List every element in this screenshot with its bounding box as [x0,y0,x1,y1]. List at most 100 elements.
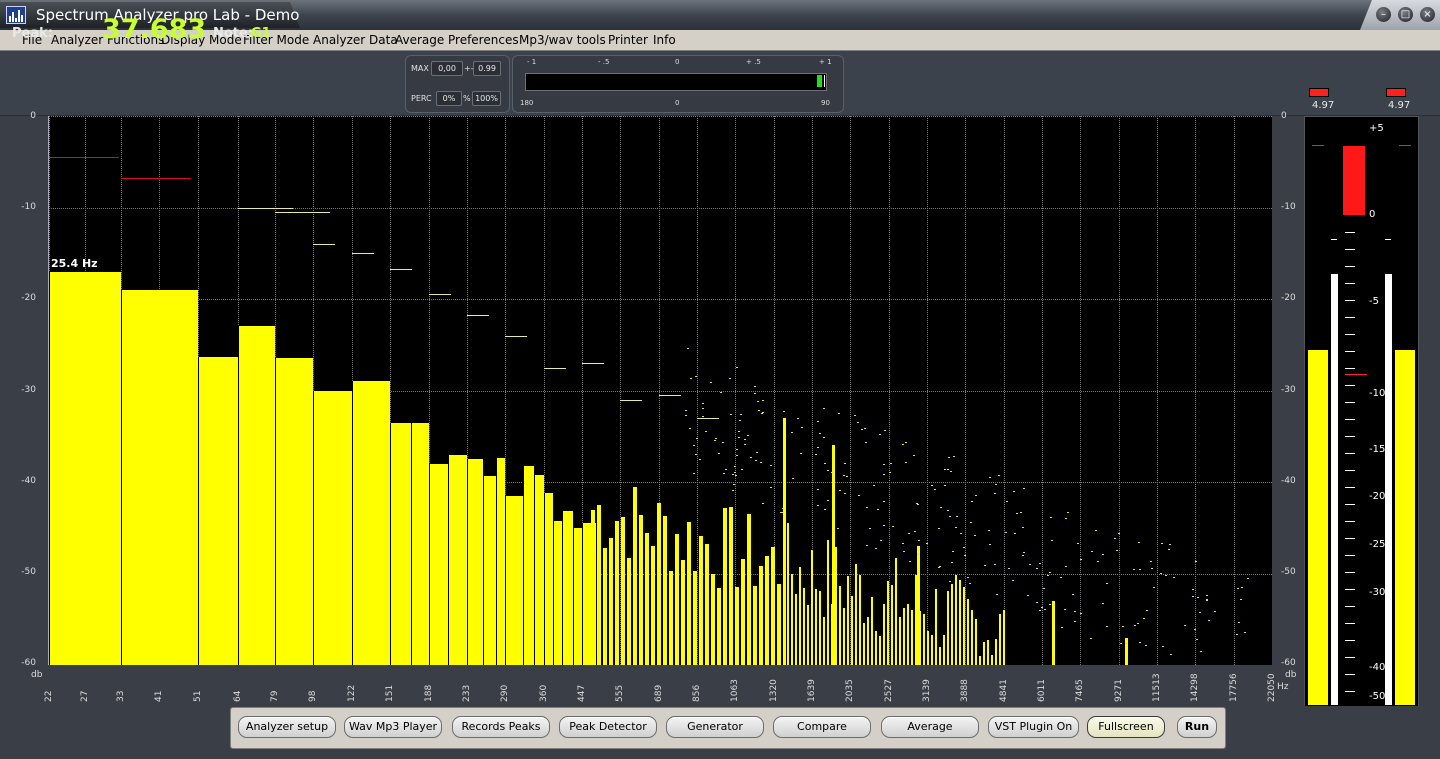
peak-hold-dot [1162,646,1165,648]
spectrum-bar [898,616,901,665]
peak-hold-dot [1139,642,1142,644]
peak-hold-dot [1019,511,1022,513]
spectrum-plot[interactable] [49,116,1272,665]
peak-hold-dot [1241,587,1244,589]
peak-hold-dot [916,554,919,556]
peak-hold-dot [749,457,752,459]
spectrum-bar [826,540,829,665]
peak-hold-dot [1106,625,1109,627]
peak-hold-dot [1105,583,1108,585]
peak-hold-dot [888,472,891,474]
spectrum-bar [902,607,905,665]
fullscreen-button[interactable]: Fullscreen [1087,716,1165,738]
vu-scale-dash [1345,266,1355,267]
records-peaks-button[interactable]: Records Peaks [452,716,550,738]
spectrum-bar [770,546,775,665]
spectrum-bar [874,631,877,665]
vst-plugin-button[interactable]: VST Plugin On [988,716,1079,738]
compare-button[interactable]: Compare [773,716,871,738]
menu-average[interactable]: Average [395,33,444,47]
peak-hold-dot [947,469,950,471]
max-tolerance-input[interactable]: 0.99 [473,61,501,76]
perc-max-input[interactable]: 100% [472,91,501,106]
spectrum-bar [638,514,643,665]
level-tick: - 1 [527,58,537,66]
vu-scale-dash [1345,249,1355,250]
vu-tick-label: +5 [1369,123,1384,134]
spectrum-bar [998,613,1001,665]
spectrum-bar [758,566,763,665]
generator-button[interactable]: Generator [666,716,764,738]
spectrum-bar [710,574,715,665]
spectrum-bar [986,640,989,665]
max-input[interactable]: 0,00 [431,61,463,76]
analyzer-setup-button[interactable]: Analyzer setup [238,716,336,738]
peak-hold-dot [1159,573,1162,575]
peak-hold-marker [313,244,336,246]
peak-hold-dot [729,378,732,380]
peak-hold-dot [1137,541,1140,543]
peak-hold-dot [1169,653,1172,655]
peak-hold-dot [933,489,936,491]
x-unit: Hz [1277,682,1289,692]
spectrum-bar [798,566,801,665]
wav-mp3-player-button[interactable]: Wav Mp3 Player [344,716,442,738]
spectrum-bar [994,639,997,665]
menu-printer[interactable]: Printer [608,33,648,47]
peak-hold-marker [237,207,293,209]
close-icon[interactable]: × [1420,7,1435,22]
spectrum-bar [680,559,685,665]
peak-hold-dot [988,530,991,532]
app-icon[interactable] [6,6,26,24]
peak-hold-dot [865,544,868,546]
peak-hold-dot [695,453,698,455]
peak-hold-dot [938,566,941,568]
peak-hold-marker [658,395,681,397]
spectrum-bar [722,508,727,665]
peak-detector-button[interactable]: Peak Detector [559,716,657,738]
menu-analyzer-data[interactable]: Analyzer Data [313,33,398,47]
peak-hold-dot [995,593,998,595]
vu-left-peak [1331,274,1338,705]
peak-hold-dot [1048,603,1051,605]
average-button[interactable]: Average [881,716,979,738]
peak-hold-dot [740,413,743,415]
menu-preferences[interactable]: Preferences [448,33,519,47]
minimize-icon[interactable]: – [1376,7,1391,22]
vu-scale-dash [1345,657,1355,658]
x-tick-label: 17756 [1228,673,1239,702]
y-tick-left: -30 [21,385,36,395]
note-value: G1 [251,26,271,41]
spectrum-bar [958,579,961,665]
peak-hold-dot [756,452,759,454]
peak-hold-dot [790,432,793,434]
peak-hold-dot [838,490,841,492]
spectrum-bar [810,549,813,665]
peak-hold-dot [959,532,962,534]
peak-hold-dot [1168,544,1171,546]
spectrum-bar [978,655,981,665]
spectrum-bar [543,492,554,665]
maximize-icon[interactable]: □ [1398,7,1413,22]
peak-hold-dot [938,567,941,569]
peak-hold-dot [883,464,886,466]
peak-hold-dot [1050,516,1053,518]
vu-scale-dash [1345,453,1355,454]
peak-hold-dot [1122,625,1125,627]
peak-hold-dot [884,429,887,431]
peak-hold-marker [620,399,643,401]
menu-mp3-wav-tools[interactable]: Mp3/wav tools [519,33,606,47]
run-button[interactable]: Run [1177,716,1217,738]
peak-hold-dot [1144,644,1147,646]
perc-input[interactable]: 0% [436,91,462,106]
menu-info[interactable]: Info [653,33,676,47]
peak-hold-dot [869,528,872,530]
peak-hold-dot [902,543,905,545]
vu-scale-dash [1345,572,1355,573]
peak-hold-dot [800,427,803,429]
spectrum-bar [644,533,649,665]
peak-hold-dot [890,462,893,464]
y-tick-left: -20 [21,293,36,303]
peak-hold-dot [714,437,717,439]
peak-hold-dot [1012,490,1015,492]
